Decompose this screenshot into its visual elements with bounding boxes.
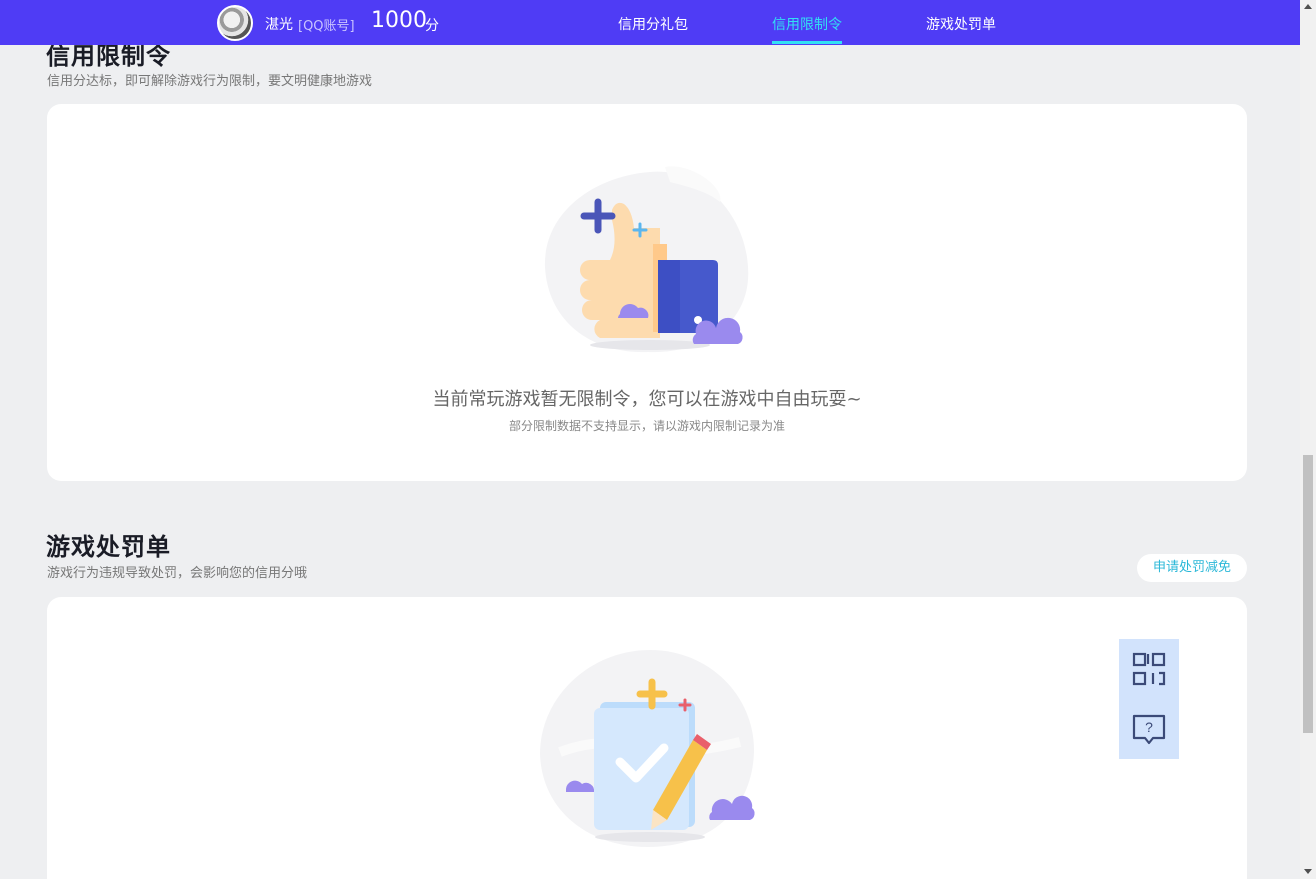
help-button[interactable]: ? — [1119, 699, 1179, 759]
thumbs-up-illustration — [544, 166, 749, 353]
help-chat-icon: ? — [1132, 714, 1166, 745]
scrollbar-thumb[interactable] — [1303, 455, 1313, 733]
restriction-card: 当前常玩游戏暂无限制令，您可以在游戏中自由玩耍~ 部分限制数据不支持显示，请以游… — [47, 104, 1247, 481]
svg-text:?: ? — [1145, 719, 1153, 735]
tab-game-penalty[interactable]: 游戏处罚单 — [926, 14, 996, 34]
account-type: [QQ账号] — [298, 19, 355, 34]
scroll-down-arrow-icon[interactable] — [1304, 869, 1312, 874]
scroll-up-arrow-icon[interactable] — [1304, 4, 1312, 9]
active-tab-indicator — [772, 41, 842, 44]
credit-unit: 分 — [425, 18, 439, 34]
apply-penalty-reduction-button[interactable]: 申请处罚减免 — [1137, 554, 1247, 582]
penalty-card — [47, 597, 1247, 879]
restriction-empty-subtitle: 部分限制数据不支持显示，请以游戏内限制记录为准 — [508, 419, 785, 433]
tab-credit-restriction[interactable]: 信用限制令 — [772, 14, 842, 34]
penalty-section-desc: 游戏行为违规导致处罚，会影响您的信用分哦 — [47, 566, 308, 581]
restriction-empty-title: 当前常玩游戏暂无限制令，您可以在游戏中自由玩耍~ — [432, 389, 862, 410]
restriction-section-desc: 信用分达标，即可解除游戏行为限制，要文明健康地游戏 — [47, 74, 373, 89]
credit-score: 1000 — [371, 8, 427, 33]
page: 信用限制令 信用分达标，即可解除游戏行为限制，要文明健康地游戏 当前常玩游戏暂无… — [0, 0, 1300, 879]
top-navigation-bar: 湛光 [QQ账号] 1000 分 信用分礼包 信用限制令 游戏处罚单 — [0, 0, 1300, 45]
user-name: 湛光 — [265, 17, 293, 33]
checklist-pencil-illustration — [540, 650, 755, 847]
tab-credit-gift[interactable]: 信用分礼包 — [618, 14, 688, 34]
qr-code-icon — [1132, 652, 1166, 686]
avatar[interactable] — [217, 5, 253, 41]
vertical-scrollbar[interactable] — [1300, 0, 1316, 879]
qr-code-button[interactable] — [1119, 639, 1179, 699]
penalty-section-title: 游戏处罚单 — [46, 533, 171, 561]
